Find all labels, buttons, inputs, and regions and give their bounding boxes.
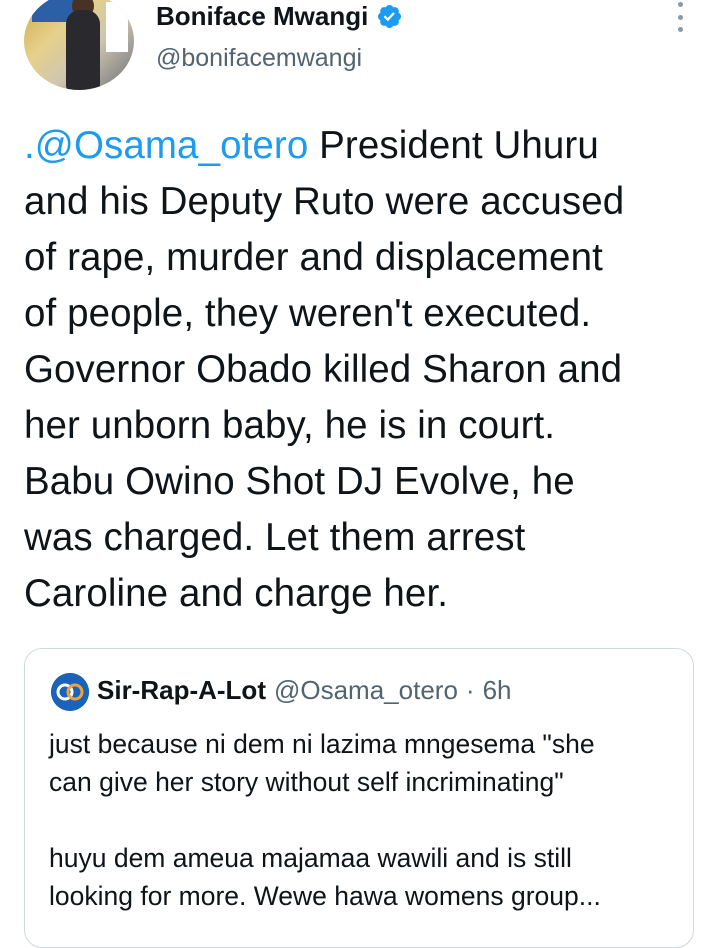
quoted-author-avatar[interactable]: [51, 673, 89, 711]
quoted-line-2: can give her story without self incrimin…: [49, 767, 564, 797]
tweet-line-3: of rape, murder and displacement: [24, 236, 603, 279]
author-name-row: Boniface Mwangi: [156, 0, 403, 34]
mention-link[interactable]: .@Osama_otero: [24, 124, 308, 167]
tweet: Boniface Mwangi @bonifacemwangi .@Osama_…: [0, 0, 720, 948]
tweet-line-4: of people, they weren't executed.: [24, 292, 592, 335]
tweet-line-2: and his Deputy Ruto were accused: [24, 180, 625, 223]
author-display-name[interactable]: Boniface Mwangi: [156, 1, 368, 32]
quoted-line-4: looking for more. Wewe hawa womens group…: [49, 881, 601, 911]
quoted-tweet-card[interactable]: Sir-Rap-A-Lot @Osama_otero · 6h just bec…: [24, 648, 694, 948]
tweet-line-9: Caroline and charge her.: [24, 572, 449, 615]
quoted-tweet-body: just because ni dem ni lazima mngesema "…: [49, 725, 679, 915]
quoted-avatar-logo-icon: [51, 673, 89, 711]
avatar-person: [66, 10, 100, 90]
author-handle[interactable]: @bonifacemwangi: [156, 44, 362, 73]
tweet-body: .@Osama_otero President Uhuru and his De…: [24, 118, 704, 622]
tweet-line-6: her unborn baby, he is in court.: [24, 404, 556, 447]
tweet-line-8: was charged. Let them arrest: [24, 516, 526, 559]
quoted-tweet-header: Sir-Rap-A-Lot @Osama_otero · 6h: [97, 675, 512, 706]
quoted-line-3: huyu dem ameua majamaa wawili and is sti…: [49, 843, 572, 873]
tweet-line-7: Babu Owino Shot DJ Evolve, he: [24, 460, 575, 503]
tweet-line-1: .@Osama_otero President Uhuru: [24, 124, 599, 167]
quoted-display-name[interactable]: Sir-Rap-A-Lot: [97, 675, 266, 706]
more-options-icon[interactable]: [671, 2, 689, 32]
author-avatar[interactable]: [24, 0, 134, 90]
avatar-sign: [106, 2, 128, 52]
quoted-line-1: just because ni dem ni lazima mngesema "…: [49, 729, 595, 759]
quoted-timestamp[interactable]: 6h: [483, 675, 512, 706]
tweet-line-5: Governor Obado killed Sharon and: [24, 348, 623, 391]
verified-badge-icon: [378, 4, 402, 28]
quoted-separator: ·: [465, 675, 475, 705]
quoted-handle[interactable]: @Osama_otero: [274, 675, 458, 706]
